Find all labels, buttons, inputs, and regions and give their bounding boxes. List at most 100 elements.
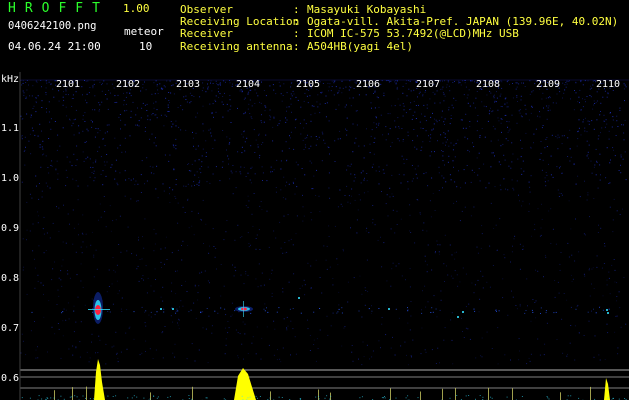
carrier-speck (496, 310, 497, 312)
noise-speck (504, 257, 506, 259)
noise-speck (193, 234, 195, 236)
noise-speck (245, 271, 247, 273)
noise-speck (26, 239, 27, 241)
noise-speck (94, 109, 96, 111)
noise-speck (237, 224, 239, 226)
noise-speck (202, 311, 204, 313)
noise-speck (347, 301, 349, 303)
noise-speck (433, 123, 435, 125)
noise-speck (310, 136, 312, 138)
noise-speck (129, 92, 131, 94)
noise-speck (329, 266, 331, 268)
noise-speck (94, 95, 96, 97)
noise-speck (425, 120, 427, 122)
noise-speck (145, 89, 147, 91)
strip-noise (548, 398, 550, 400)
noise-speck (106, 98, 108, 100)
noise-speck (325, 259, 327, 261)
noise-speck (241, 146, 243, 148)
noise-speck (344, 195, 346, 196)
noise-speck (604, 126, 606, 128)
noise-speck (559, 91, 561, 93)
noise-speck (398, 173, 400, 175)
noise-speck (513, 189, 515, 191)
noise-speck (417, 96, 418, 98)
noise-speck (514, 235, 516, 237)
noise-speck (73, 134, 75, 136)
noise-speck (177, 222, 179, 224)
noise-speck (172, 189, 174, 191)
noise-speck (113, 345, 115, 347)
noise-speck (149, 165, 151, 167)
noise-speck (316, 101, 318, 103)
noise-speck (98, 219, 99, 221)
noise-speck (474, 81, 475, 83)
noise-speck (413, 100, 415, 102)
noise-speck (191, 185, 193, 187)
noise-speck (165, 97, 167, 99)
strip-spike (72, 387, 73, 400)
noise-speck (402, 103, 404, 105)
noise-speck (473, 292, 475, 294)
noise-speck (537, 338, 539, 340)
noise-speck (569, 342, 571, 344)
noise-speck (504, 98, 506, 100)
noise-speck (142, 83, 144, 85)
noise-speck (142, 275, 144, 277)
noise-speck (489, 110, 491, 112)
noise-speck (385, 80, 387, 82)
noise-speck (488, 182, 490, 184)
noise-speck (230, 122, 232, 123)
noise-speck (211, 90, 213, 92)
noise-speck (530, 112, 532, 114)
noise-speck (312, 188, 314, 190)
noise-speck (234, 239, 236, 241)
noise-speck (612, 119, 614, 121)
noise-speck (612, 116, 614, 118)
noise-speck (302, 220, 304, 222)
info-value: ICOM IC-575 53.7492(@LCD)MHz USB (307, 27, 519, 41)
noise-speck (330, 90, 332, 92)
noise-speck (84, 141, 86, 143)
noise-speck (172, 123, 174, 125)
noise-speck (499, 184, 501, 186)
noise-speck (115, 159, 117, 161)
noise-speck (104, 145, 106, 147)
noise-speck (470, 80, 472, 82)
noise-speck (473, 102, 475, 104)
noise-speck (551, 135, 553, 136)
noise-speck (249, 179, 251, 181)
noise-speck (560, 193, 562, 194)
noise-speck (169, 80, 171, 82)
noise-speck (229, 99, 231, 101)
noise-speck (382, 169, 384, 171)
noise-speck (450, 275, 452, 277)
noise-speck (193, 96, 195, 97)
noise-speck (560, 252, 562, 253)
noise-speck (503, 178, 505, 180)
noise-speck (577, 304, 579, 306)
noise-speck (254, 103, 256, 104)
noise-speck (26, 293, 28, 295)
noise-speck (261, 144, 262, 145)
noise-speck (257, 95, 259, 97)
freq-tick-label: 0.9 (1, 223, 20, 234)
noise-speck (291, 82, 293, 84)
noise-speck (479, 298, 481, 300)
noise-speck (20, 115, 22, 117)
noise-speck (541, 203, 542, 205)
noise-speck (171, 290, 172, 292)
noise-speck (464, 136, 466, 138)
noise-speck (428, 135, 429, 137)
noise-speck (532, 299, 534, 300)
noise-speck (73, 331, 75, 333)
noise-speck (214, 99, 216, 101)
noise-speck (410, 108, 412, 110)
noise-speck (232, 165, 234, 166)
noise-speck (290, 98, 292, 100)
noise-speck (550, 208, 552, 210)
noise-speck (244, 333, 246, 335)
noise-speck (140, 174, 142, 176)
noise-speck (596, 161, 598, 163)
noise-speck (90, 119, 92, 121)
